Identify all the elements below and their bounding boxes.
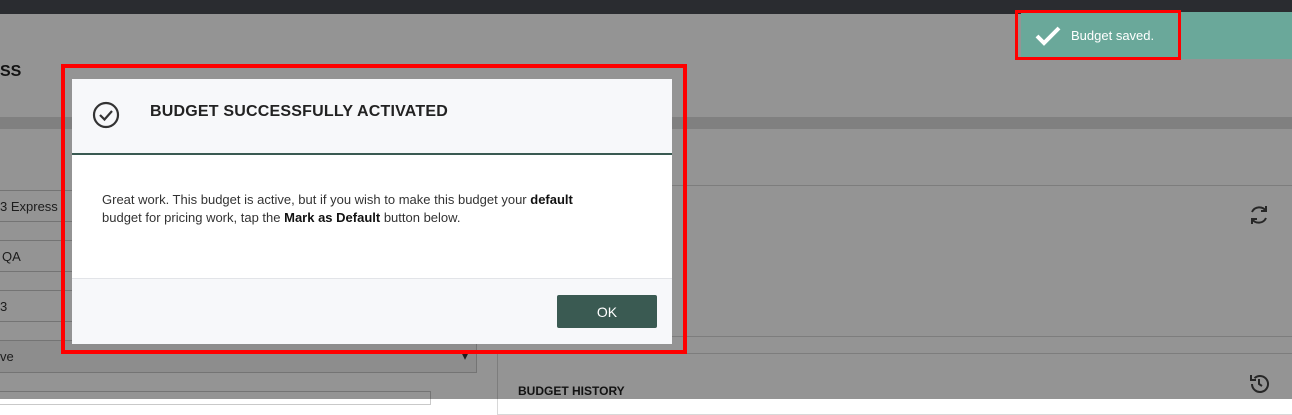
toast-highlight (1015, 10, 1181, 60)
dialog-highlight (61, 64, 687, 354)
